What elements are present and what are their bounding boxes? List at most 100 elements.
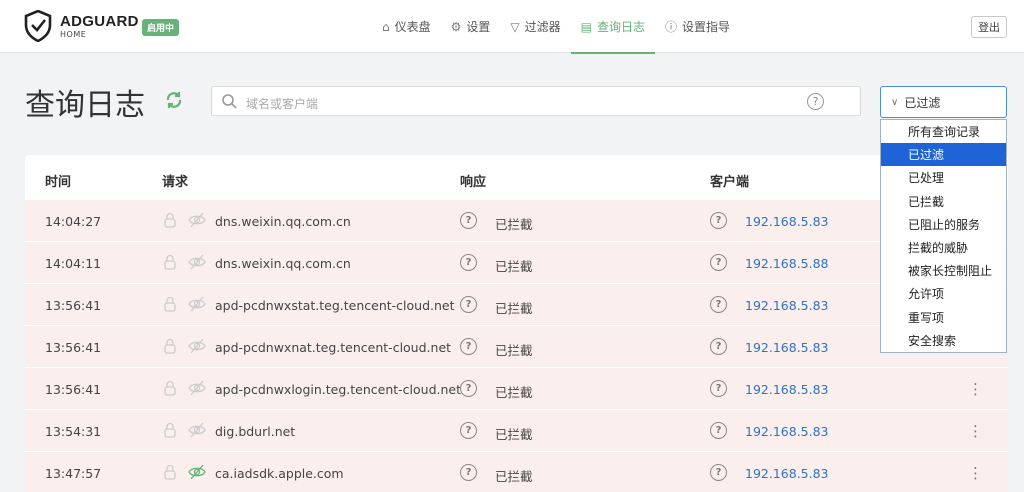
nav-settings-label: 设置 bbox=[466, 20, 491, 34]
row-response: 已拦截 bbox=[495, 427, 533, 442]
eye-off-icon[interactable] bbox=[188, 296, 206, 315]
response-help-icon[interactable]: ? bbox=[460, 380, 477, 397]
search-box[interactable]: 域名或客户端 ? bbox=[211, 86, 861, 116]
row-client-link[interactable]: 192.168.5.83 bbox=[745, 382, 829, 397]
row-domain: apd-pcdnwxnat.teg.tencent-cloud.net bbox=[215, 340, 452, 355]
lock-icon bbox=[163, 296, 177, 315]
table-row[interactable]: 13:54:31 dig.bdurl.net? 已拦截? 192.168.5.83 ⋮ bbox=[25, 409, 1008, 451]
filter-option[interactable]: 拦截的威胁 bbox=[881, 236, 1006, 259]
client-help-icon[interactable]: ? bbox=[710, 380, 727, 397]
nav-setup-guide[interactable]: ⓘ 设置指导 bbox=[655, 0, 740, 53]
filter-select[interactable]: ∨ 已过滤 bbox=[880, 86, 1007, 118]
table-row[interactable]: 13:56:41 apd-pcdnwxstat.teg.tencent-cloud… bbox=[25, 283, 1008, 325]
client-help-icon[interactable]: ? bbox=[710, 338, 727, 355]
eye-off-icon[interactable] bbox=[188, 254, 206, 273]
header-request: 请求 bbox=[162, 175, 189, 190]
eye-off-icon[interactable] bbox=[188, 464, 206, 483]
filter-option[interactable]: 已过滤 bbox=[881, 143, 1006, 167]
eye-off-icon[interactable] bbox=[188, 380, 206, 399]
table-row[interactable]: 14:04:11 dns.weixin.qq.com.cn? 已拦截? 192.168… bbox=[25, 241, 1008, 283]
row-time: 14:04:27 bbox=[45, 214, 102, 229]
shield-logo-icon bbox=[24, 10, 52, 42]
row-time: 13:56:41 bbox=[45, 298, 102, 313]
nav-setup-guide-label: 设置指导 bbox=[682, 20, 731, 34]
eye-off-icon[interactable] bbox=[188, 212, 206, 231]
row-domain: ca.iadsdk.apple.com bbox=[215, 466, 344, 481]
row-response: 已拦截 bbox=[495, 301, 533, 316]
table-row[interactable]: 14:04:27 dns.weixin.qq.com.cn? 已拦截? 192.168… bbox=[25, 199, 1008, 241]
table-row[interactable]: 13:56:41 apd-pcdnwxnat.teg.tencent-cloud.… bbox=[25, 325, 1008, 367]
row-client-link[interactable]: 192.168.5.88 bbox=[745, 256, 829, 271]
row-domain: dns.weixin.qq.com.cn bbox=[215, 214, 351, 229]
filter-option[interactable]: 已处理 bbox=[881, 166, 1006, 189]
logo-name: ADGUARD bbox=[60, 12, 139, 30]
more-vertical-icon[interactable]: ⋮ bbox=[968, 464, 983, 482]
logo-subtitle: HOME bbox=[60, 29, 87, 39]
row-domain: dig.bdurl.net bbox=[215, 424, 296, 439]
row-client-link[interactable]: 192.168.5.83 bbox=[745, 424, 829, 439]
row-response: 已拦截 bbox=[495, 259, 533, 274]
row-response: 已拦截 bbox=[495, 343, 533, 358]
filter-option[interactable]: 已拦截 bbox=[881, 190, 1006, 213]
row-response: 已拦截 bbox=[495, 469, 533, 484]
nav-settings[interactable]: ⚙ 设置 bbox=[441, 0, 501, 53]
row-client-link[interactable]: 192.168.5.83 bbox=[745, 340, 829, 355]
filter-option[interactable]: 已阻止的服务 bbox=[881, 213, 1006, 236]
lock-icon bbox=[163, 380, 177, 399]
response-help-icon[interactable]: ? bbox=[460, 254, 477, 271]
more-vertical-icon[interactable]: ⋮ bbox=[968, 422, 983, 440]
nav-dashboard[interactable]: ⌂ 仪表盘 bbox=[372, 0, 441, 53]
row-response: 已拦截 bbox=[495, 385, 533, 400]
row-time: 13:54:31 bbox=[45, 424, 102, 439]
filter-option[interactable]: 安全搜索 bbox=[881, 329, 1006, 352]
filter-option[interactable]: 重写项 bbox=[881, 306, 1006, 329]
document-icon: ▤ bbox=[580, 19, 593, 34]
table-row[interactable]: 13:56:41 apd-pcdnwxlogin.teg.tencent-clou… bbox=[25, 367, 1008, 409]
row-time: 13:56:41 bbox=[45, 340, 102, 355]
client-help-icon[interactable]: ? bbox=[710, 464, 727, 481]
logo[interactable]: ADGUARD HOME bbox=[24, 10, 139, 42]
nav-query-log[interactable]: ▤ 查询日志 bbox=[570, 0, 656, 54]
header-response: 响应 bbox=[460, 175, 487, 190]
response-help-icon[interactable]: ? bbox=[460, 338, 477, 355]
row-time: 14:04:11 bbox=[45, 256, 102, 271]
eye-off-icon[interactable] bbox=[188, 338, 206, 357]
response-help-icon[interactable]: ? bbox=[460, 296, 477, 313]
row-client-link[interactable]: 192.168.5.83 bbox=[745, 298, 829, 313]
response-help-icon[interactable]: ? bbox=[460, 422, 477, 439]
response-help-icon[interactable]: ? bbox=[460, 464, 477, 481]
filter-option[interactable]: 允许项 bbox=[881, 282, 1006, 305]
chevron-down-icon: ∨ bbox=[891, 96, 899, 108]
filter-select-value: 已过滤 bbox=[904, 95, 941, 110]
response-help-icon[interactable]: ? bbox=[460, 212, 477, 229]
row-domain: apd-pcdnwxlogin.teg.tencent-cloud.net bbox=[215, 382, 461, 397]
filter-option[interactable]: 被家长控制阻止 bbox=[881, 259, 1006, 282]
client-help-icon[interactable]: ? bbox=[710, 422, 727, 439]
client-help-icon[interactable]: ? bbox=[710, 296, 727, 313]
more-vertical-icon[interactable]: ⋮ bbox=[968, 380, 983, 398]
home-icon: ⌂ bbox=[382, 19, 390, 34]
refresh-icon[interactable] bbox=[164, 90, 184, 110]
logout-button[interactable]: 登出 bbox=[971, 16, 1007, 38]
client-help-icon[interactable]: ? bbox=[710, 254, 727, 271]
table-row[interactable]: 13:47:57 ca.iadsdk.apple.com? 已拦截? 192.168.… bbox=[25, 451, 1008, 492]
eye-off-icon[interactable] bbox=[188, 422, 206, 441]
table-header: 时间 请求 响应 客户端 bbox=[25, 155, 1008, 199]
row-time: 13:56:41 bbox=[45, 382, 102, 397]
client-help-icon[interactable]: ? bbox=[710, 212, 727, 229]
help-icon[interactable]: ? bbox=[807, 93, 824, 110]
lock-icon bbox=[163, 422, 177, 441]
nav-dashboard-label: 仪表盘 bbox=[394, 20, 431, 34]
lock-icon bbox=[163, 464, 177, 483]
search-input-placeholder[interactable]: 域名或客户端 bbox=[246, 95, 318, 112]
header-client: 客户端 bbox=[710, 175, 750, 190]
row-client-link[interactable]: 192.168.5.83 bbox=[745, 214, 829, 229]
row-domain: dns.weixin.qq.com.cn bbox=[215, 256, 351, 271]
row-client-link[interactable]: 192.168.5.83 bbox=[745, 466, 829, 481]
nav-filters-label: 过滤器 bbox=[524, 20, 561, 34]
filter-option[interactable]: 所有查询记录 bbox=[881, 120, 1006, 143]
nav-query-log-label: 查询日志 bbox=[597, 20, 646, 34]
lock-icon bbox=[163, 212, 177, 231]
lock-icon bbox=[163, 254, 177, 273]
nav-filters[interactable]: ▽ 过滤器 bbox=[500, 0, 570, 53]
